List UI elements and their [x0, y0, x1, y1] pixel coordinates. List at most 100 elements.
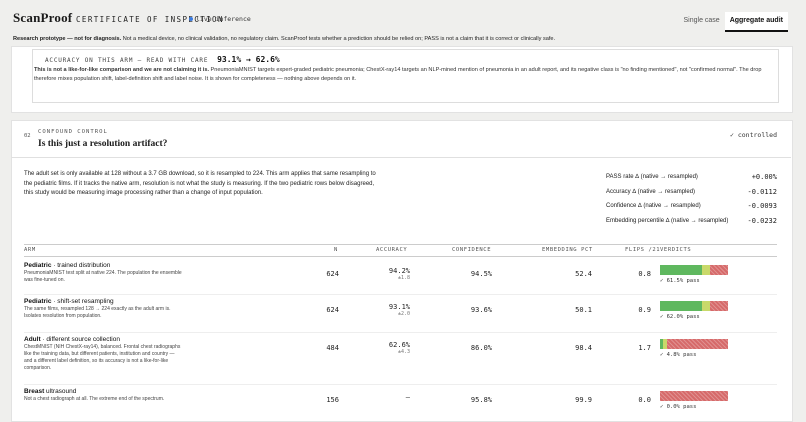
accuracy-value: —: [405, 393, 410, 401]
row-divider: [24, 294, 777, 295]
arm-name: Pediatric: [24, 262, 52, 269]
accuracy-label: ACCURACY ON THIS ARM — READ WITH CARE: [45, 57, 209, 64]
arm-description: ChestMNIST (NIH ChestX-ray14), balanced.…: [24, 344, 181, 371]
metric-value: -0.0093: [747, 202, 777, 211]
verdict-label: ✓ 62.0% pass: [660, 314, 700, 320]
tab-aggregate-audit[interactable]: Aggregate audit: [724, 12, 788, 32]
metric-label: Accuracy ∆ (native → resampled): [606, 188, 696, 195]
embedding-value: 50.1: [575, 306, 592, 314]
question-explanation: The adult set is only available at 128 w…: [24, 171, 376, 197]
embedding-value: 99.9: [575, 396, 592, 404]
table-row[interactable]: Breast ultrasound Not a chest radiograph …: [24, 388, 184, 403]
arm-title: Breast ultrasound: [24, 388, 184, 395]
delta-metrics: PASS rate ∆ (native → resampled) +0.00% A…: [606, 170, 777, 228]
metric-row: PASS rate ∆ (native → resampled) +0.00%: [606, 170, 777, 185]
accuracy-ci: ±1.8: [397, 275, 410, 281]
n-value: 624: [326, 306, 339, 314]
question-number: 02: [24, 133, 31, 139]
flips-value: 1.7: [638, 344, 651, 352]
confidence-value: 94.5%: [470, 270, 492, 278]
embedding-value: 52.4: [575, 270, 592, 278]
fail-segment: [666, 339, 728, 349]
table-row[interactable]: Pediatric · trained distribution Pneumoni…: [24, 262, 184, 284]
mode-tabs: Single case Aggregate audit: [679, 12, 788, 32]
col-flips: FLIPS /21: [625, 247, 661, 253]
warn-segment: [702, 301, 710, 311]
pass-segment: [660, 301, 703, 311]
accuracy-ci: ±2.0: [397, 311, 410, 317]
disclaimer-lead: Research prototype — not for diagnosis.: [13, 36, 122, 42]
arm-description: The same films, resampled 128 → 224 exac…: [24, 306, 171, 319]
accuracy-notes: This is not a like-for-like comparison a…: [34, 66, 774, 84]
col-verdicts: VERDICTS: [660, 247, 692, 253]
verdict-label: ✓ 61.5% pass: [660, 278, 700, 284]
verdict-label: ✓ 0.0% pass: [660, 404, 697, 410]
metric-value: -0.0112: [747, 187, 777, 196]
arm-title: Adult · different source collection: [24, 336, 184, 343]
metric-label: Confidence ∆ (native → resampled): [606, 203, 701, 210]
warn-segment: [701, 265, 710, 275]
fail-segment: [709, 265, 728, 275]
verdict-bar: [660, 339, 728, 349]
confidence-value: 86.0%: [470, 344, 492, 352]
col-embedding: EMBEDDING PCT: [542, 247, 593, 253]
metric-row: Confidence ∆ (native → resampled) -0.0093: [606, 199, 777, 214]
fail-segment: [660, 391, 728, 401]
accuracy-card: ACCURACY ON THIS ARM — READ WITH CARE 93…: [11, 46, 793, 113]
accuracy-value: 93.1% ±2.0: [384, 303, 410, 317]
question-tag: CONFOUND CONTROL: [38, 129, 108, 135]
flips-value: 0.9: [638, 306, 651, 314]
controlled-status: ✓ controlled: [730, 131, 777, 139]
metric-label: Embedding percentile ∆ (native → resampl…: [606, 217, 729, 224]
row-divider: [24, 384, 777, 385]
metric-label: PASS rate ∆ (native → resampled): [606, 174, 698, 181]
accuracy-ci: ±4.3: [397, 349, 410, 355]
top-header: ScanProof CERTIFICATE OF INSPECTION live…: [0, 0, 806, 33]
table-row[interactable]: Pediatric · shift-set resampling The same…: [24, 298, 184, 320]
live-label: live inference: [196, 15, 251, 23]
metric-row: Accuracy ∆ (native → resampled) -0.0112: [606, 185, 777, 200]
flips-value: 0.0: [638, 396, 651, 404]
confidence-value: 93.6%: [470, 306, 492, 314]
arm-title: Pediatric · shift-set resampling: [24, 298, 184, 305]
confidence-value: 95.8%: [470, 396, 492, 404]
metric-row: Embedding percentile ∆ (native → resampl…: [606, 214, 777, 229]
tab-single-case[interactable]: Single case: [679, 12, 725, 32]
verdict-bar: [660, 265, 728, 275]
col-confidence: CONFIDENCE: [452, 247, 492, 253]
disclaimer-text: Not a medical device, no clinical valida…: [121, 36, 556, 42]
section-divider: [11, 157, 791, 158]
arm-description: Not a chest radiograph at all. The extre…: [24, 396, 165, 402]
verdict-bar: [660, 301, 728, 311]
accuracy-value: 62.6% ±4.3: [384, 341, 410, 355]
metric-value: -0.0232: [747, 216, 777, 225]
verdict-bar: [660, 391, 728, 401]
app-logo: ScanProof: [13, 10, 73, 25]
accuracy-line: ACCURACY ON THIS ARM — READ WITH CARE 93…: [45, 55, 280, 64]
flips-value: 0.8: [638, 270, 651, 278]
fail-segment: [709, 301, 728, 311]
arm-qualifier: · shift-set resampling: [51, 298, 114, 305]
table-row[interactable]: Adult · different source collection Chest…: [24, 336, 184, 372]
metric-value: +0.00%: [751, 173, 777, 182]
question-title: Is this just a resolution artifact?: [38, 139, 168, 149]
n-value: 624: [326, 270, 339, 278]
verdict-label: ✓ 4.8% pass: [660, 352, 697, 358]
col-accuracy: ACCURACY: [376, 247, 408, 253]
table-header: ARM N ACCURACY CONFIDENCE EMBEDDING PCT …: [24, 244, 777, 257]
arm-name: Pediatric: [24, 298, 52, 305]
arm-qualifier: ultrasound: [44, 388, 77, 395]
accuracy-value: 94.2% ±1.8: [384, 267, 410, 281]
row-divider: [24, 332, 777, 333]
arm-qualifier: · trained distribution: [51, 262, 111, 269]
col-n: N: [334, 247, 338, 253]
arm-title: Pediatric · trained distribution: [24, 262, 184, 269]
live-dot-icon: [189, 17, 193, 21]
live-indicator: live inference: [189, 15, 251, 23]
arm-name: Adult: [24, 336, 41, 343]
n-value: 156: [326, 396, 339, 404]
accuracy-notes-lead: This is not a like-for-like comparison a…: [34, 67, 209, 73]
pass-segment: [660, 265, 702, 275]
arm-name: Breast: [24, 388, 45, 395]
accuracy-value: 93.1% → 62.6%: [217, 55, 280, 64]
